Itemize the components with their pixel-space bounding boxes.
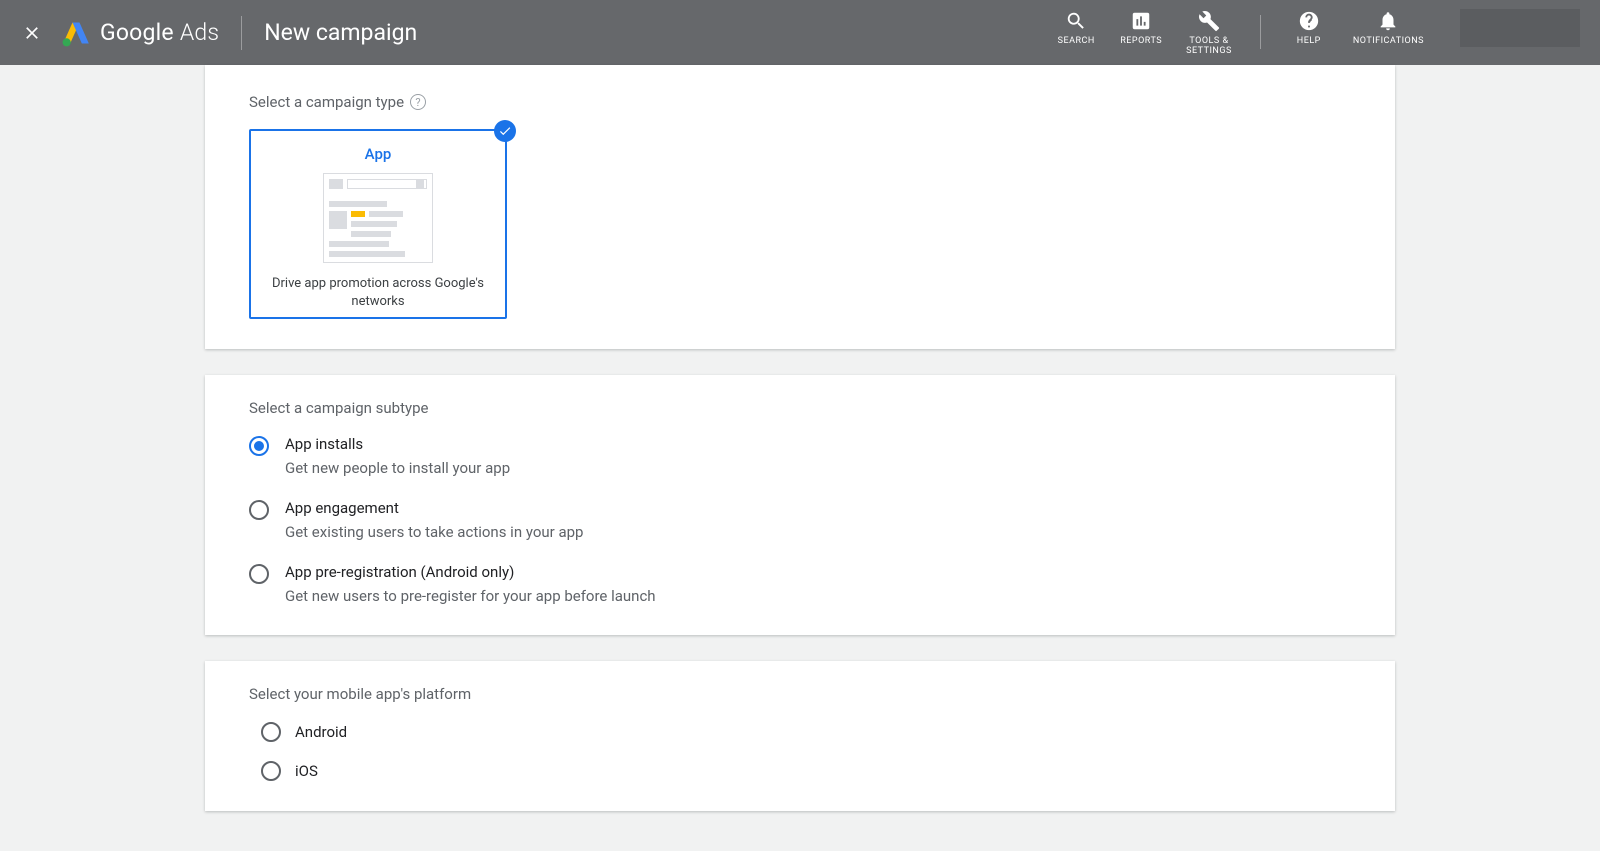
radio-icon (249, 436, 269, 456)
account-switcher[interactable] (1460, 9, 1580, 47)
reports-icon (1130, 10, 1152, 32)
search-label: SEARCH (1058, 37, 1095, 47)
tools-label: TOOLS & SETTINGS (1186, 37, 1232, 57)
subtype-radio-group: App installs Get new people to install y… (249, 435, 1351, 605)
close-icon (22, 23, 42, 43)
subtype-desc: Get existing users to take actions in yo… (285, 523, 583, 541)
subtype-option-app-pre-registration[interactable]: App pre-registration (Android only) Get … (249, 563, 1351, 605)
subtype-desc: Get new people to install your app (285, 459, 510, 477)
google-ads-logo-icon (62, 19, 90, 47)
brand-text: Google Ads (100, 19, 219, 46)
brand-word-1: Google (100, 19, 174, 46)
campaign-subtype-card: Select a campaign subtype App installs G… (205, 375, 1395, 635)
content-area: Select a campaign type ? App (0, 65, 1600, 851)
app-illustration (323, 173, 433, 263)
tools-action[interactable]: TOOLS & SETTINGS (1186, 9, 1232, 57)
platform-option-label: Android (295, 723, 347, 741)
check-icon (498, 124, 512, 138)
header-actions: SEARCH REPORTS TOOLS & SETTINGS HELP NOT… (1056, 9, 1580, 57)
page-title: New campaign (264, 19, 417, 46)
bell-icon (1377, 10, 1399, 32)
help-action[interactable]: HELP (1289, 9, 1329, 47)
search-icon (1065, 10, 1087, 32)
campaign-type-desc: Drive app promotion across Google's netw… (261, 275, 495, 310)
subtype-label: Select a campaign subtype (249, 399, 1351, 417)
header-separator (241, 16, 242, 50)
radio-icon (249, 564, 269, 584)
campaign-type-label-text: Select a campaign type (249, 93, 404, 111)
subtype-option-app-engagement[interactable]: App engagement Get existing users to tak… (249, 499, 1351, 541)
close-button[interactable] (20, 21, 44, 45)
brand-logo-group: Google Ads (62, 19, 219, 47)
subtype-title: App installs (285, 435, 510, 453)
help-tooltip-icon[interactable]: ? (410, 94, 426, 110)
campaign-type-card: Select a campaign type ? App (205, 65, 1395, 349)
subtype-title: App pre-registration (Android only) (285, 563, 656, 581)
brand-word-2: Ads (180, 19, 219, 46)
radio-icon (261, 761, 281, 781)
notifications-action[interactable]: NOTIFICATIONS (1353, 9, 1424, 47)
campaign-type-label: Select a campaign type ? (249, 93, 1351, 111)
header-separator-2 (1260, 15, 1261, 49)
platform-label: Select your mobile app's platform (249, 685, 1351, 703)
selected-check-badge (494, 120, 516, 142)
app-header: Google Ads New campaign SEARCH REPORTS T… (0, 0, 1600, 65)
campaign-type-title: App (365, 145, 392, 163)
help-icon (1298, 10, 1320, 32)
subtype-desc: Get new users to pre-register for your a… (285, 587, 656, 605)
platform-card: Select your mobile app's platform Androi… (205, 661, 1395, 811)
help-label: HELP (1297, 37, 1321, 47)
subtype-title: App engagement (285, 499, 583, 517)
platform-option-ios[interactable]: iOS (261, 760, 1351, 781)
subtype-option-app-installs[interactable]: App installs Get new people to install y… (249, 435, 1351, 477)
platform-option-android[interactable]: Android (261, 721, 1351, 742)
radio-icon (249, 500, 269, 520)
wrench-icon (1198, 10, 1220, 32)
reports-action[interactable]: REPORTS (1120, 9, 1162, 47)
reports-label: REPORTS (1120, 37, 1162, 47)
radio-icon (261, 722, 281, 742)
platform-option-label: iOS (295, 762, 318, 780)
search-action[interactable]: SEARCH (1056, 9, 1096, 47)
platform-radio-group: Android iOS (249, 721, 1351, 781)
notifications-label: NOTIFICATIONS (1353, 37, 1424, 47)
campaign-type-option-app[interactable]: App Drive app promotion across Google's … (249, 129, 507, 319)
